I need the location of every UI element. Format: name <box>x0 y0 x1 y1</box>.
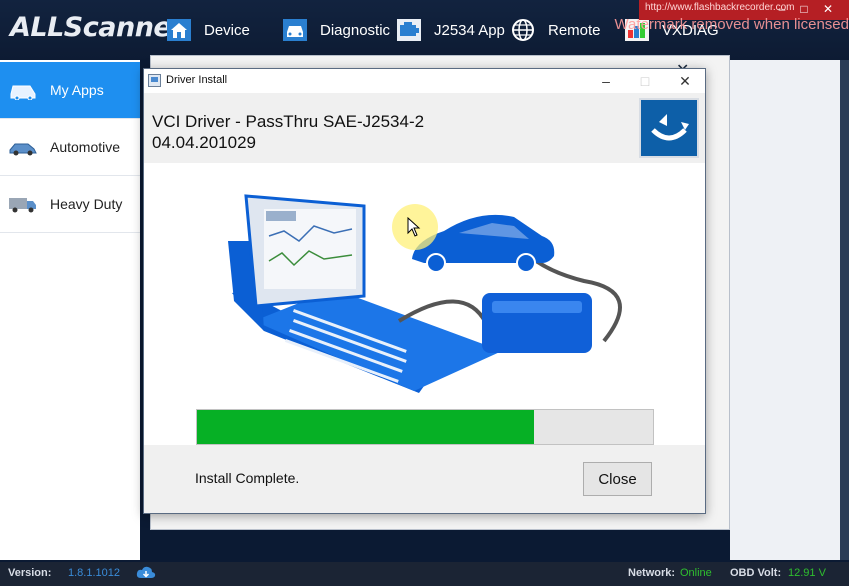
window-minimize-icon[interactable]: – <box>592 71 620 91</box>
dialog-body <box>144 163 705 443</box>
obd-volt-label: OBD Volt: <box>730 567 782 579</box>
installer-icon <box>148 74 161 87</box>
cloud-download-icon[interactable] <box>136 565 156 581</box>
nav-remote-label: Remote <box>548 21 601 39</box>
dialog-footer: Install Complete. Close <box>144 445 705 513</box>
sidebar-item-automotive[interactable]: Automotive <box>0 119 140 176</box>
background-right-edge <box>840 60 849 560</box>
top-bar: ALLScanner Device Diagnostic J2534 App R… <box>0 0 849 60</box>
install-progress-bar <box>196 409 654 445</box>
mouse-cursor-icon <box>407 217 421 237</box>
sedan-icon <box>9 143 37 156</box>
car-icon <box>10 85 36 100</box>
nav-diagnostic-label: Diagnostic <box>320 21 391 39</box>
obd-volt-value: 12.91 V <box>788 567 826 579</box>
sidebar: My Apps Automotive Heavy Duty <box>0 60 140 560</box>
driver-install-window: Driver Install – □ ✕ VCI Driver - PassTh… <box>143 68 706 514</box>
network-label: Network: <box>628 567 676 579</box>
truck-icon <box>9 198 36 213</box>
window-maximize-icon: □ <box>640 73 650 89</box>
window-title: Driver Install <box>166 74 228 86</box>
nav-diagnostic[interactable]: Diagnostic <box>282 16 390 44</box>
watermark-text: Watermark removed when licensed <box>614 16 849 33</box>
close-button[interactable]: Close <box>583 462 652 496</box>
nav-device-label: Device <box>204 21 250 39</box>
maximize-icon[interactable]: □ <box>797 2 811 16</box>
car-front-icon <box>283 19 307 41</box>
close-icon[interactable]: ✕ <box>821 2 835 16</box>
minimize-icon[interactable]: – <box>775 2 789 16</box>
window-titlebar[interactable]: Driver Install – □ ✕ <box>144 69 705 93</box>
sidebar-item-label: My Apps <box>50 82 104 98</box>
nav-device[interactable]: Device <box>166 16 250 44</box>
window-close-icon[interactable]: ✕ <box>671 71 699 91</box>
dialog-header: VCI Driver - PassThru SAE-J2534-2 04.04.… <box>144 93 705 163</box>
watermark-url: http://www.flashbackrecorder.com <box>645 2 795 13</box>
engine-icon <box>397 19 421 41</box>
progress-fill <box>197 410 535 444</box>
version-value: 1.8.1.1012 <box>68 567 120 579</box>
globe-icon <box>512 19 534 41</box>
nav-remote[interactable]: Remote <box>510 16 601 44</box>
sidebar-item-heavy-duty[interactable]: Heavy Duty <box>0 176 140 233</box>
status-bar: Version: 1.8.1.1012 Network: Online OBD … <box>0 562 849 586</box>
vxdiag-logo-icon <box>639 98 699 158</box>
sidebar-item-my-apps[interactable]: My Apps <box>0 62 140 119</box>
network-status: Online <box>680 567 712 579</box>
driver-name: VCI Driver - PassThru SAE-J2534-2 <box>152 112 425 131</box>
version-label: Version: <box>8 567 52 579</box>
install-status: Install Complete. <box>195 470 300 486</box>
home-icon <box>167 19 191 41</box>
driver-title: VCI Driver - PassThru SAE-J2534-2 04.04.… <box>152 111 424 153</box>
app-logo: ALLScanner <box>10 12 185 43</box>
driver-version: 04.04.201029 <box>152 133 256 152</box>
nav-j2534-label: J2534 App <box>434 21 505 39</box>
nav-j2534[interactable]: J2534 App <box>396 16 505 44</box>
sidebar-item-label: Automotive <box>50 139 121 155</box>
sidebar-item-label: Heavy Duty <box>50 196 123 212</box>
background-right-area <box>730 60 849 560</box>
